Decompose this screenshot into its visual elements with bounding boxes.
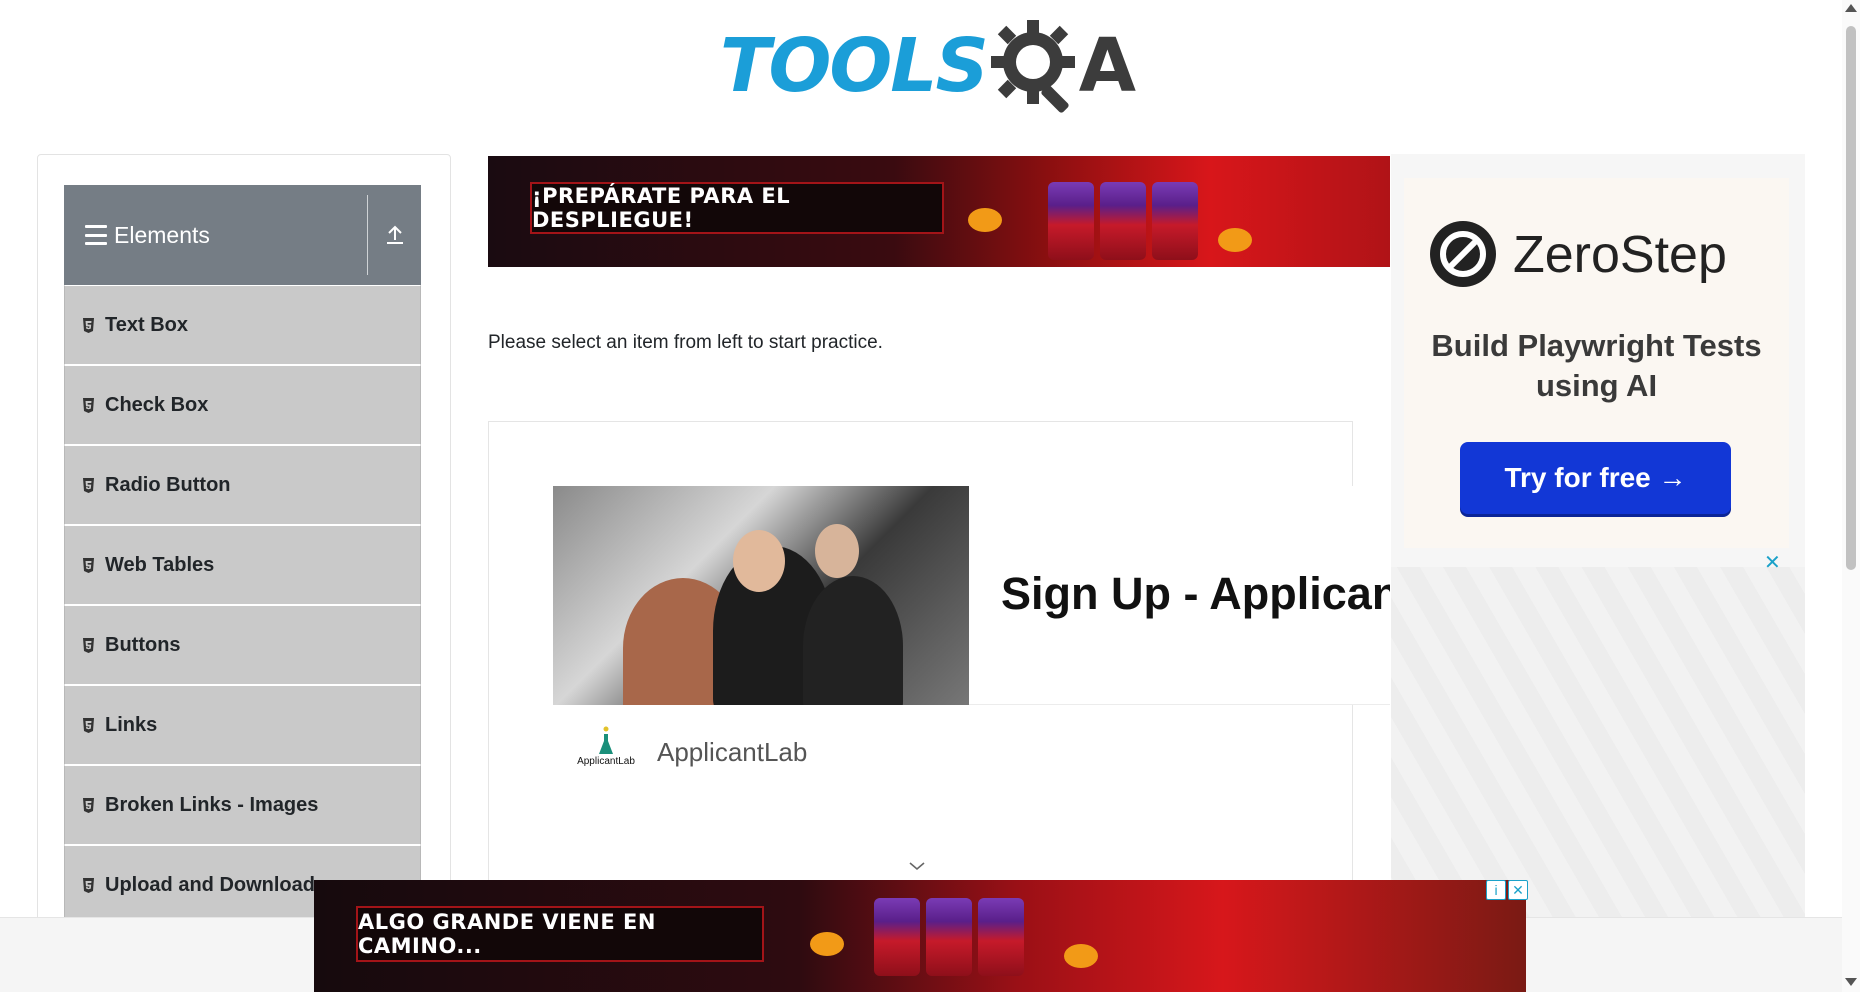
sidebar-item-links[interactable]: Links bbox=[64, 685, 421, 765]
upload-arrow-icon bbox=[386, 225, 403, 244]
zerostep-tagline: Build Playwright Tests using AI bbox=[1431, 328, 1762, 403]
logo-text: TOOLS bbox=[720, 23, 989, 109]
sidebar-item-label: Web Tables bbox=[105, 553, 215, 576]
sidebar-item-label: Check Box bbox=[105, 393, 209, 416]
sidebar-item-check-box[interactable]: Check Box bbox=[64, 365, 421, 445]
sidebar-item-label: Radio Button bbox=[105, 473, 231, 496]
sidebar-item-broken-links-images[interactable]: Broken Links - Images bbox=[64, 765, 421, 845]
advertiser-name[interactable]: ApplicantLab bbox=[657, 737, 807, 768]
banner-can bbox=[978, 898, 1024, 976]
sidebar-item-web-tables[interactable]: Web Tables bbox=[64, 525, 421, 605]
photo-face bbox=[733, 530, 785, 592]
ad-info-icon[interactable]: i bbox=[1486, 880, 1506, 900]
banner-can bbox=[1100, 182, 1146, 260]
sidebar-item-label: Text Box bbox=[105, 313, 188, 336]
logo-suffix: A bbox=[1078, 23, 1137, 109]
html5-icon bbox=[83, 797, 94, 813]
banner-text: ¡PREPÁRATE PARA EL DESPLIEGUE! bbox=[532, 184, 791, 232]
banner-text-box: ¡PREPÁRATE PARA EL DESPLIEGUE! bbox=[530, 182, 944, 234]
html5-icon bbox=[83, 317, 94, 333]
sidebar-item-label: Broken Links - Images bbox=[105, 793, 319, 816]
sidebar-item-label: Buttons bbox=[105, 633, 181, 656]
photo-figure bbox=[803, 576, 903, 705]
html5-icon bbox=[83, 397, 94, 413]
banner-candy bbox=[810, 932, 844, 956]
photo-face bbox=[815, 524, 859, 578]
flask-icon bbox=[599, 726, 613, 754]
top-banner-ad[interactable]: ¡PREPÁRATE PARA EL DESPLIEGUE! bbox=[488, 156, 1390, 267]
banner-can bbox=[1048, 182, 1094, 260]
scroll-up-arrow-icon[interactable] bbox=[1845, 4, 1857, 12]
bottom-banner-text: ALGO GRANDE VIENE EN CAMINO... bbox=[358, 910, 656, 958]
html5-icon bbox=[83, 637, 94, 653]
html5-icon bbox=[83, 557, 94, 573]
banner-can bbox=[1152, 182, 1198, 260]
hamburger-icon bbox=[85, 225, 107, 245]
zerostep-logo-icon bbox=[1430, 221, 1496, 287]
advertiser-logo[interactable]: ApplicantLab bbox=[568, 726, 644, 778]
ad-choices: i ✕ bbox=[1486, 880, 1528, 900]
sidebar-item-label: Links bbox=[105, 713, 158, 736]
banner-can bbox=[926, 898, 972, 976]
banner-candy bbox=[968, 208, 1002, 232]
scroll-thumb[interactable] bbox=[1846, 26, 1856, 570]
ad-photo[interactable] bbox=[553, 486, 969, 705]
sidebar-item-label: Upload and Download bbox=[105, 873, 315, 896]
intro-text: Please select an item from left to start… bbox=[488, 332, 883, 353]
banner-can bbox=[874, 898, 920, 976]
sidebar-item-text-box[interactable]: Text Box bbox=[64, 285, 421, 365]
banner-candy bbox=[1218, 228, 1252, 252]
banner-candy bbox=[1064, 944, 1098, 968]
ad-headline-panel[interactable]: Sign Up - Applicantl bbox=[969, 486, 1390, 705]
toolsqa-logo[interactable]: TOOLS A bbox=[720, 14, 1136, 118]
sidebar-item-radio-button[interactable]: Radio Button bbox=[64, 445, 421, 525]
html5-icon bbox=[83, 477, 94, 493]
html5-icon bbox=[83, 877, 94, 893]
sidebar-item-buttons[interactable]: Buttons bbox=[64, 605, 421, 685]
try-for-free-button[interactable]: Try for free → bbox=[1460, 442, 1731, 514]
close-icon[interactable]: ✕ bbox=[1764, 550, 1781, 575]
chevron-down-icon[interactable] bbox=[908, 860, 926, 872]
html5-icon bbox=[83, 717, 94, 733]
banner-text-box: ALGO GRANDE VIENE EN CAMINO... bbox=[356, 906, 764, 962]
advertiser-logo-text: ApplicantLab bbox=[577, 756, 635, 767]
collapse-button[interactable] bbox=[368, 185, 421, 285]
ad-close-icon[interactable]: ✕ bbox=[1508, 880, 1528, 900]
ad-headline: Sign Up - Applicantl bbox=[1001, 568, 1390, 619]
group-header-elements[interactable]: Elements bbox=[64, 185, 421, 285]
gear-magnifier-icon bbox=[990, 20, 1075, 113]
scroll-down-arrow-icon[interactable] bbox=[1845, 978, 1857, 986]
zerostep-brand: ZeroStep bbox=[1513, 226, 1727, 284]
ad-pattern-background bbox=[1391, 567, 1805, 917]
sidebar-menu: Text Box Check Box Radio Button Web Tabl… bbox=[64, 285, 421, 925]
group-title: Elements bbox=[114, 221, 210, 248]
bottom-banner-ad[interactable]: ALGO GRANDE VIENE EN CAMINO... bbox=[314, 880, 1526, 992]
